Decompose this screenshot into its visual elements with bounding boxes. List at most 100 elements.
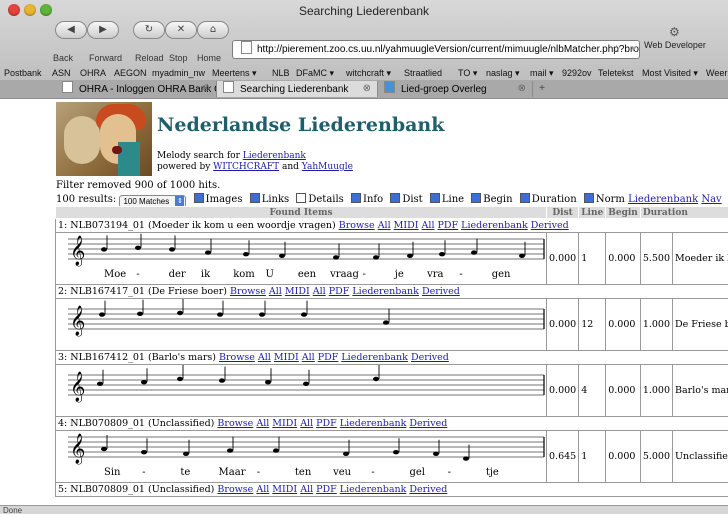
back-button[interactable]: ◀ <box>55 21 87 39</box>
liederenbank-link[interactable]: Liederenbank <box>340 484 407 495</box>
all-link[interactable]: All <box>378 220 391 231</box>
derived-link[interactable]: Derived <box>411 352 449 363</box>
norm-checkbox[interactable] <box>583 193 594 203</box>
images-checkbox[interactable] <box>193 193 204 203</box>
liederenbank-link[interactable]: Liederenbank <box>341 352 408 363</box>
note-head <box>279 253 285 258</box>
bookmark-item[interactable]: 9292ov <box>562 68 592 78</box>
bookmark-item[interactable]: OHRA <box>80 68 106 78</box>
pdf-link[interactable]: PDF <box>316 484 337 495</box>
midi-link[interactable]: MIDI <box>272 418 297 429</box>
checkbox-label: Begin <box>483 194 513 205</box>
bookmark-item[interactable]: myadmin_nw <box>152 68 205 78</box>
browse-link[interactable]: Browse <box>230 286 266 297</box>
details-checkbox[interactable] <box>296 193 307 203</box>
midi-link[interactable]: MIDI <box>274 352 299 363</box>
bookmark-item[interactable]: Weer <box>706 68 727 78</box>
close-icon[interactable]: ⊗ <box>202 81 210 97</box>
derived-link[interactable]: Derived <box>422 286 460 297</box>
col-begin[interactable]: Begin <box>605 206 641 219</box>
bookmark-item[interactable]: Meertens ▾ <box>212 68 257 79</box>
status-bar: Done <box>0 505 728 514</box>
col-found-items[interactable]: Found Items <box>55 206 547 219</box>
bookmark-item[interactable]: Straatlied <box>404 68 442 78</box>
col-line[interactable]: Line <box>578 206 607 219</box>
all-link[interactable]: All <box>256 418 269 429</box>
lyric-syllable: gel <box>409 467 425 478</box>
home-button[interactable]: ⌂ <box>197 21 229 39</box>
liederenbank-link[interactable]: Liederenbank <box>461 220 528 231</box>
nav-link[interactable]: Nav <box>701 194 721 205</box>
liederenbank-nav-link[interactable]: Liederenbank <box>628 194 698 205</box>
bookmark-item[interactable]: Most Visited ▾ <box>642 68 698 79</box>
bookmark-item[interactable]: NLB <box>272 68 290 78</box>
pdf-link[interactable]: PDF <box>438 220 459 231</box>
liederenbank-link[interactable]: Liederenbank <box>340 418 407 429</box>
all-link[interactable]: All <box>300 484 313 495</box>
derived-link[interactable]: Derived <box>409 418 447 429</box>
note-head <box>99 312 105 317</box>
bookmark-item[interactable]: AEGON <box>114 68 147 78</box>
browse-link[interactable]: Browse <box>219 352 255 363</box>
back-label: Back <box>53 53 74 63</box>
tab-ohra[interactable]: OHRA - Inloggen OHRA Bank O... ⊗ <box>56 81 217 97</box>
stop-button[interactable]: ✕ <box>165 21 197 39</box>
browse-link[interactable]: Browse <box>217 484 253 495</box>
bookmark-item[interactable]: mail ▾ <box>530 68 554 79</box>
midi-link[interactable]: MIDI <box>272 484 297 495</box>
liederenbank-link[interactable]: Liederenbank <box>352 286 419 297</box>
midi-link[interactable]: MIDI <box>394 220 419 231</box>
links-checkbox[interactable] <box>249 193 260 203</box>
tab-searching-liederenbank[interactable]: Searching Liederenbank ⊗ <box>217 81 378 97</box>
all-link[interactable]: All <box>258 352 271 363</box>
note-head <box>343 451 349 456</box>
lyric-syllable: gen <box>492 269 511 280</box>
col-duration[interactable]: Duration <box>639 206 728 219</box>
new-tab-button[interactable]: + <box>533 81 551 97</box>
all-link[interactable]: All <box>422 220 435 231</box>
yahmuugle-link[interactable]: YahMuugle <box>302 162 353 172</box>
tab-lied-groep[interactable]: Lied-groep Overleg ⊗ <box>378 81 533 97</box>
pdf-link[interactable]: PDF <box>329 286 350 297</box>
close-icon[interactable]: ⊗ <box>518 81 526 97</box>
reload-button[interactable]: ↻ <box>133 21 165 39</box>
col-dist[interactable]: Dist <box>545 206 580 219</box>
duration-checkbox[interactable] <box>519 193 530 203</box>
close-icon[interactable]: ⊗ <box>363 81 371 97</box>
witchcraft-link[interactable]: WITCHCRAFT <box>213 162 279 172</box>
derived-link[interactable]: Derived <box>531 220 569 231</box>
star-icon[interactable]: ☆ <box>612 41 621 58</box>
pdf-link[interactable]: PDF <box>316 418 337 429</box>
bookmark-item[interactable]: DFaMC ▾ <box>296 68 334 79</box>
line-checkbox[interactable] <box>429 193 440 203</box>
info-checkbox[interactable] <box>351 193 361 203</box>
all-link[interactable]: All <box>300 418 313 429</box>
all-link[interactable]: All <box>302 352 315 363</box>
liederenbank-link[interactable]: Liederenbank <box>243 151 306 161</box>
all-link[interactable]: All <box>269 286 282 297</box>
all-link[interactable]: All <box>256 484 269 495</box>
all-link[interactable]: All <box>313 286 326 297</box>
music-staff: 𝄞 <box>68 299 545 337</box>
bookmark-item[interactable]: witchcraft ▾ <box>346 68 391 79</box>
browse-link[interactable]: Browse <box>339 220 375 231</box>
forward-button[interactable]: ▶ <box>87 21 119 39</box>
bookmark-item[interactable]: ASN <box>52 68 71 78</box>
dist-checkbox[interactable] <box>390 193 401 203</box>
pdf-link[interactable]: PDF <box>318 352 339 363</box>
bookmark-item[interactable]: TO ▾ <box>458 68 477 79</box>
window-title: Searching Liederenbank <box>298 4 430 18</box>
web-developer-button[interactable]: Web Developer <box>644 40 706 50</box>
search-engine-icon[interactable]: ▾ <box>631 41 636 58</box>
bookmark-item[interactable]: Teletekst <box>598 68 634 78</box>
url-bar[interactable]: http://pierement.zoo.cs.uu.nl/yahmuugleV… <box>232 40 640 59</box>
browse-link[interactable]: Browse <box>217 418 253 429</box>
result-row-header: 5: NLB070809_01 (Unclassified) Browse Al… <box>55 482 728 497</box>
bookmark-item[interactable]: naslag ▾ <box>486 68 520 79</box>
gear-icon[interactable]: ⚙ <box>669 25 680 39</box>
derived-link[interactable]: Derived <box>409 484 447 495</box>
begin-checkbox[interactable] <box>471 193 482 203</box>
note-head <box>227 448 233 453</box>
midi-link[interactable]: MIDI <box>285 286 310 297</box>
bookmark-item[interactable]: Postbank <box>4 68 42 78</box>
